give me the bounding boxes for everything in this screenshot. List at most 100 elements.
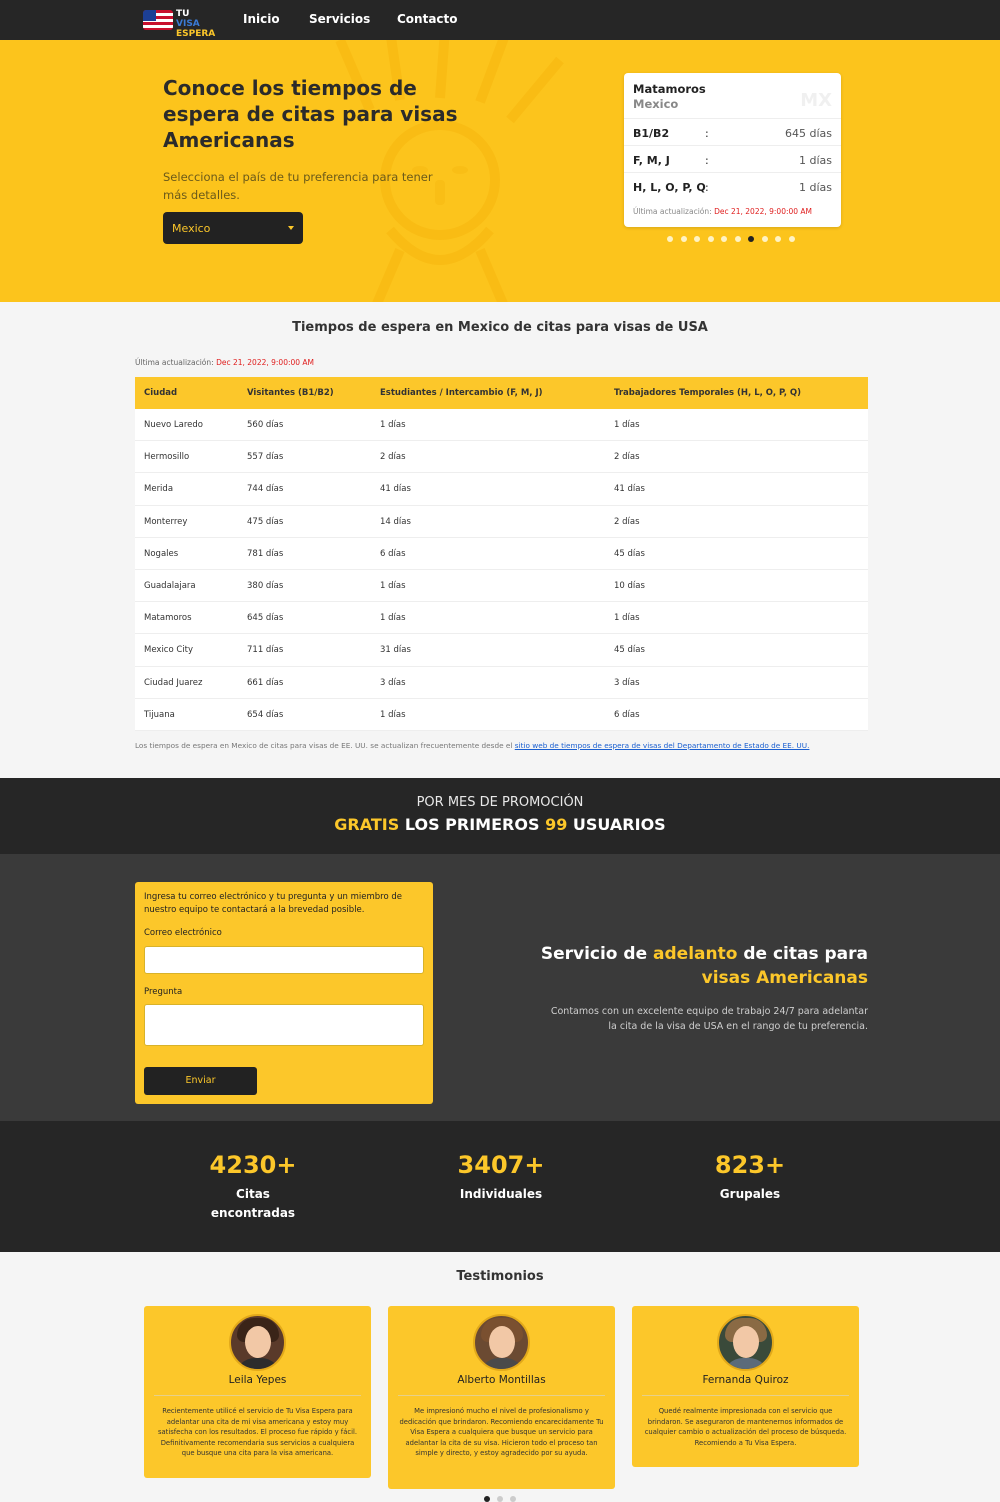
divider [642,1395,849,1396]
avatar [229,1314,286,1371]
divider [154,1395,361,1396]
table-cell: Guadalajara [144,580,196,591]
carousel-dot[interactable] [497,1496,503,1502]
carousel-dot[interactable] [734,236,741,242]
table-cell: 380 días [247,580,284,591]
stat-number: 4230+ [209,1151,297,1179]
table-cell: 475 días [247,516,284,527]
updated-label: Última actualización: [135,358,214,367]
us-flag-icon [143,10,173,30]
carousel-dot[interactable] [748,236,754,242]
stat-grupales: 823+ Grupales [670,1151,830,1204]
table-cell: 711 días [247,645,284,656]
service-description: Contamos con un excelente equipo de trab… [550,1006,868,1032]
promo-mid: LOS PRIMEROS [404,815,540,834]
table-cell: 1 días [380,580,406,591]
carousel-dot[interactable] [484,1496,490,1502]
wait-times-table: Ciudad Visitantes (B1/B2) Estudiantes / … [135,377,868,731]
table-cell: 6 días [614,709,640,720]
avatar [717,1314,774,1371]
title-highlight: visas Americanas [701,968,868,988]
stat-individuales: 3407+ Individuales [421,1151,581,1204]
hero-title: Conoce los tiempos de espera de citas pa… [163,76,458,152]
promo-gratis: GRATIS [334,815,400,834]
carousel-dot[interactable] [775,236,781,242]
table-row: Mexico City 711 días 31 días 45 días [135,634,868,667]
logo-text: TU VISA ESPERA [176,9,216,39]
footnote-text: Los tiempos de espera en Mexico de citas… [135,741,513,750]
table-header: Ciudad Visitantes (B1/B2) Estudiantes / … [135,377,868,409]
hero-section: Conoce los tiempos de espera de citas pa… [0,40,1000,302]
card-row-key: H, L, O, P, Q [633,181,706,194]
card-row: H, L, O, P, Q : 1 días [624,172,841,199]
card-row-sep: : [705,181,709,194]
state-department-link[interactable]: sitio web de tiempos de espera de visas … [515,741,810,750]
caret-down-icon [288,226,294,230]
table-cell: 645 días [247,613,284,624]
form-intro: Ingresa tu correo electrónico y tu pregu… [144,892,402,915]
question-label: Pregunta [144,987,183,997]
divider [398,1395,605,1396]
promo-banner: POR MES DE PROMOCIÓN GRATIS LOS PRIMEROS… [0,778,1000,854]
country-select[interactable]: Mexico [163,212,303,244]
updated-label: Última actualización: [633,207,712,216]
carousel-dot[interactable] [788,236,795,242]
email-label: Correo electrónico [144,928,222,938]
top-navbar: TU VISA ESPERA Inicio Servicios Contacto [0,0,1000,40]
nav-link-servicios[interactable]: Servicios [309,12,370,26]
service-title: Servicio de adelanto de citas para visas… [540,942,868,990]
carousel-dot[interactable] [680,236,687,242]
carousel-dot[interactable] [721,236,727,242]
table-body: Nuevo Laredo 560 días 1 días 1 días Hermosil… [135,409,868,731]
nav-link-inicio[interactable]: Inicio [243,12,280,26]
table-cell: Merida [144,484,174,495]
table-updated: Última actualización: Dec 21, 2022, 9:00… [135,358,314,367]
table-cell: 45 días [614,548,645,559]
table-cell: 41 días [380,484,411,495]
logo[interactable]: TU VISA ESPERA [143,8,215,39]
stat-number: 823+ [714,1151,786,1179]
updated-date: Dec 21, 2022, 9:00:00 AM [714,207,813,216]
carousel-dot[interactable] [707,236,714,242]
contact-section: Ingresa tu correo electrónico y tu pregu… [0,854,1000,1121]
section-title: Tiempos de espera en Mexico de citas par… [292,320,708,335]
nav-link-contacto[interactable]: Contacto [397,12,458,26]
question-textarea[interactable] [144,1004,424,1046]
carousel-dot[interactable] [667,236,673,242]
stat-citas: 4230+ Citas encontradas [173,1151,333,1223]
card-row-sep: : [705,154,709,167]
stat-label: Individuales [459,1187,543,1201]
column-header: Ciudad [144,388,178,398]
column-header: Trabajadores Temporales (H, L, O, P, Q) [614,388,801,398]
updated-date: Dec 21, 2022, 9:00:00 AM [216,358,315,367]
table-row: Monterrey 475 días 14 días 2 días [135,506,868,538]
table-cell: 2 días [614,516,640,527]
hero-subtitle: Selecciona el país de tu preferencia par… [163,170,433,202]
title-part: de citas para [743,944,868,964]
submit-button[interactable]: Enviar [144,1067,257,1095]
table-row: Tijuana 654 días 1 días 6 días [135,699,868,731]
table-row: Guadalajara 380 días 1 días 10 días [135,570,868,603]
testimonial-text: Recientemente utilicé el servicio de Tu … [157,1407,358,1457]
avatar [473,1314,530,1371]
stat-label: Grupales [719,1187,781,1201]
promo-line-1: POR MES DE PROMOCIÓN [416,795,584,810]
testimonial-text: Me impresionó mucho el nivel de profesio… [399,1407,604,1457]
carousel-dot[interactable] [761,236,768,242]
table-cell: Ciudad Juarez [144,677,203,688]
testimonial-card: Leila Yepes Recientemente utilicé el ser… [144,1306,371,1478]
table-row: Nogales 781 días 6 días 45 días [135,538,868,570]
title-part: Servicio de [540,944,648,964]
table-cell: 557 días [247,452,284,463]
stat-label: Citas encontradas [210,1187,296,1220]
carousel-dot[interactable] [510,1496,516,1502]
table-footnote: Los tiempos de espera en Mexico de citas… [135,741,809,750]
table-row: Hermosillo 557 días 2 días 2 días [135,441,868,474]
carousel-dot[interactable] [694,236,700,242]
wait-time-card: Matamoros Mexico MX B1/B2 : 645 días F, … [624,73,841,227]
card-country-code: MX [800,90,832,111]
email-field[interactable] [144,946,424,974]
table-cell: 45 días [614,645,645,656]
table-row: Ciudad Juarez 661 días 3 días 3 días [135,667,868,699]
card-row-sep: : [705,127,709,140]
